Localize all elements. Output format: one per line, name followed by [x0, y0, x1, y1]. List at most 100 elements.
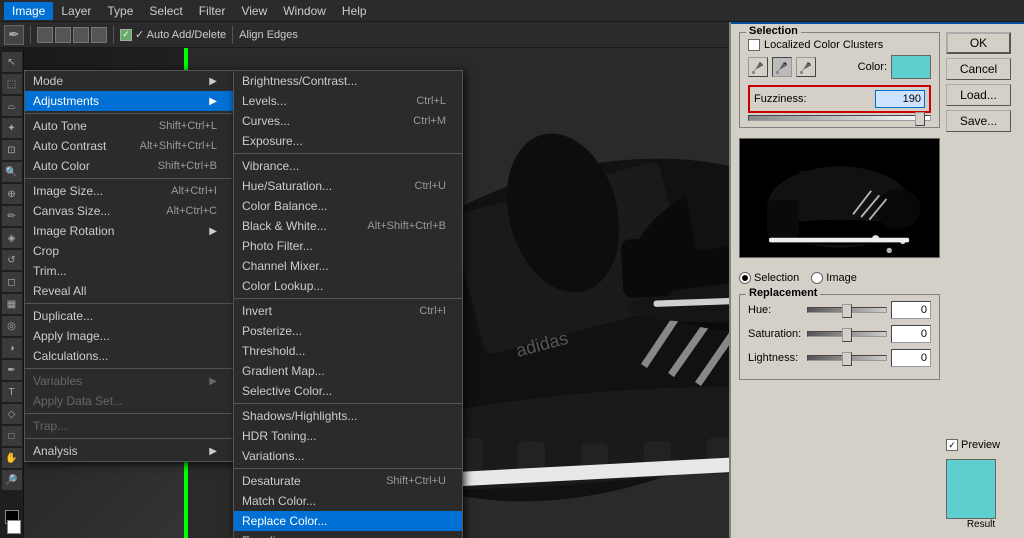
menu-canvas-size[interactable]: Canvas Size... Alt+Ctrl+C	[25, 201, 233, 221]
tool-stamp[interactable]: ◈	[2, 228, 22, 248]
submenu-hdr-toning[interactable]: HDR Toning...	[234, 426, 462, 446]
tool-heal[interactable]: ⊕	[2, 184, 22, 204]
submenu-hue-saturation[interactable]: Hue/Saturation... Ctrl+U	[234, 176, 462, 196]
submenu-levels[interactable]: Levels... Ctrl+L	[234, 91, 462, 111]
menu-crop[interactable]: Crop	[25, 241, 233, 261]
save-button[interactable]: Save...	[946, 110, 1011, 132]
preview-checkbox[interactable]: ✓	[946, 439, 958, 451]
eyedropper-button-3[interactable]: −	[796, 57, 816, 77]
fuzziness-slider-thumb[interactable]	[915, 112, 925, 126]
submenu-color-lookup[interactable]: Color Lookup...	[234, 276, 462, 296]
submenu-photo-filter[interactable]: Photo Filter...	[234, 236, 462, 256]
tool-eraser[interactable]: ◻	[2, 272, 22, 292]
submenu-posterize[interactable]: Posterize...	[234, 321, 462, 341]
tool-select[interactable]: ⬚	[2, 74, 22, 94]
selection-radio-item[interactable]: Selection	[739, 272, 799, 284]
hue-input[interactable]	[891, 301, 931, 319]
selection-radio[interactable]	[739, 272, 751, 284]
shape-option-4[interactable]	[91, 27, 107, 43]
fuzziness-input[interactable]	[875, 90, 925, 108]
lightness-thumb[interactable]	[842, 352, 852, 366]
fuzziness-slider[interactable]	[748, 115, 931, 121]
tool-arrow[interactable]: ↖	[2, 52, 22, 72]
menu-type[interactable]: Type	[99, 2, 141, 20]
submenu-black-white[interactable]: Black & White... Alt+Shift+Ctrl+B	[234, 216, 462, 236]
tool-brush[interactable]: ✏	[2, 206, 22, 226]
hue-slider[interactable]	[807, 307, 887, 313]
shape-option-2[interactable]	[55, 27, 71, 43]
menu-apply-image[interactable]: Apply Image...	[25, 326, 233, 346]
menu-adjustments[interactable]: Adjustments ▶	[25, 91, 233, 111]
tool-magic[interactable]: ✦	[2, 118, 22, 138]
tool-gradient[interactable]: ▦	[2, 294, 22, 314]
menu-image-size[interactable]: Image Size... Alt+Ctrl+I	[25, 181, 233, 201]
submenu-replace-color[interactable]: Replace Color...	[234, 511, 462, 531]
tool-text[interactable]: T	[2, 382, 22, 402]
menu-auto-color[interactable]: Auto Color Shift+Ctrl+B	[25, 156, 233, 176]
color-swatch[interactable]	[891, 55, 931, 79]
lightness-slider[interactable]	[807, 355, 887, 361]
menu-analysis[interactable]: Analysis ▶	[25, 441, 233, 461]
eyedropper-button-2[interactable]: +	[772, 57, 792, 77]
tool-lasso[interactable]: ⌓	[2, 96, 22, 116]
tool-eyedropper[interactable]: 🔍	[2, 162, 22, 182]
image-radio-item[interactable]: Image	[811, 272, 857, 284]
menu-window[interactable]: Window	[275, 2, 334, 20]
saturation-slider[interactable]	[807, 331, 887, 337]
tool-crop[interactable]: ⊡	[2, 140, 22, 160]
submenu-selective-color[interactable]: Selective Color...	[234, 381, 462, 401]
tool-blur[interactable]: ◎	[2, 316, 22, 336]
menu-auto-contrast[interactable]: Auto Contrast Alt+Shift+Ctrl+L	[25, 136, 233, 156]
lightness-input[interactable]	[891, 349, 931, 367]
ok-button[interactable]: OK	[946, 32, 1011, 54]
menu-trim[interactable]: Trim...	[25, 261, 233, 281]
submenu-color-balance[interactable]: Color Balance...	[234, 196, 462, 216]
menu-view[interactable]: View	[233, 2, 275, 20]
menu-reveal-all[interactable]: Reveal All	[25, 281, 233, 301]
tool-history[interactable]: ↺	[2, 250, 22, 270]
submenu-vibrance[interactable]: Vibrance...	[234, 156, 462, 176]
menu-image[interactable]: Image	[4, 2, 53, 20]
image-radio[interactable]	[811, 272, 823, 284]
submenu-brightness[interactable]: Brightness/Contrast...	[234, 71, 462, 91]
submenu-shadows-highlights[interactable]: Shadows/Highlights...	[234, 406, 462, 426]
localized-label: Localized Color Clusters	[764, 39, 883, 51]
submenu-exposure[interactable]: Exposure...	[234, 131, 462, 151]
localized-color-clusters-checkbox[interactable]	[748, 39, 760, 51]
load-button[interactable]: Load...	[946, 84, 1011, 106]
menu-duplicate[interactable]: Duplicate...	[25, 306, 233, 326]
submenu-match-color[interactable]: Match Color...	[234, 491, 462, 511]
background-color[interactable]	[7, 520, 21, 534]
tool-pen[interactable]: ✒	[2, 360, 22, 380]
hue-thumb[interactable]	[842, 304, 852, 318]
saturation-input[interactable]	[891, 325, 931, 343]
tool-zoom[interactable]: 🔎	[2, 470, 22, 490]
submenu-equalize[interactable]: Equalize	[234, 531, 462, 538]
shape-option-3[interactable]	[73, 27, 89, 43]
submenu-channel-mixer[interactable]: Channel Mixer...	[234, 256, 462, 276]
menu-calculations[interactable]: Calculations...	[25, 346, 233, 366]
menu-select[interactable]: Select	[141, 2, 190, 20]
tool-shape[interactable]: □	[2, 426, 22, 446]
menu-mode[interactable]: Mode ▶	[25, 71, 233, 91]
submenu-curves[interactable]: Curves... Ctrl+M	[234, 111, 462, 131]
submenu-threshold[interactable]: Threshold...	[234, 341, 462, 361]
menu-filter[interactable]: Filter	[191, 2, 234, 20]
menu-image-rotation[interactable]: Image Rotation ▶	[25, 221, 233, 241]
submenu-variations[interactable]: Variations...	[234, 446, 462, 466]
submenu-invert[interactable]: Invert Ctrl+I	[234, 301, 462, 321]
result-swatch[interactable]	[946, 459, 996, 519]
shape-option-1[interactable]	[37, 27, 53, 43]
submenu-desaturate[interactable]: Desaturate Shift+Ctrl+U	[234, 471, 462, 491]
tool-dodge[interactable]: ◑	[2, 338, 22, 358]
cancel-button[interactable]: Cancel	[946, 58, 1011, 80]
menu-help[interactable]: Help	[334, 2, 375, 20]
saturation-thumb[interactable]	[842, 328, 852, 342]
menu-layer[interactable]: Layer	[53, 2, 99, 20]
tool-hand[interactable]: ✋	[2, 448, 22, 468]
menu-auto-tone[interactable]: Auto Tone Shift+Ctrl+L	[25, 116, 233, 136]
tool-path[interactable]: ◇	[2, 404, 22, 424]
toolbar-pen-icon[interactable]: ✒	[4, 25, 24, 45]
submenu-gradient-map[interactable]: Gradient Map...	[234, 361, 462, 381]
eyedropper-button-1[interactable]	[748, 57, 768, 77]
